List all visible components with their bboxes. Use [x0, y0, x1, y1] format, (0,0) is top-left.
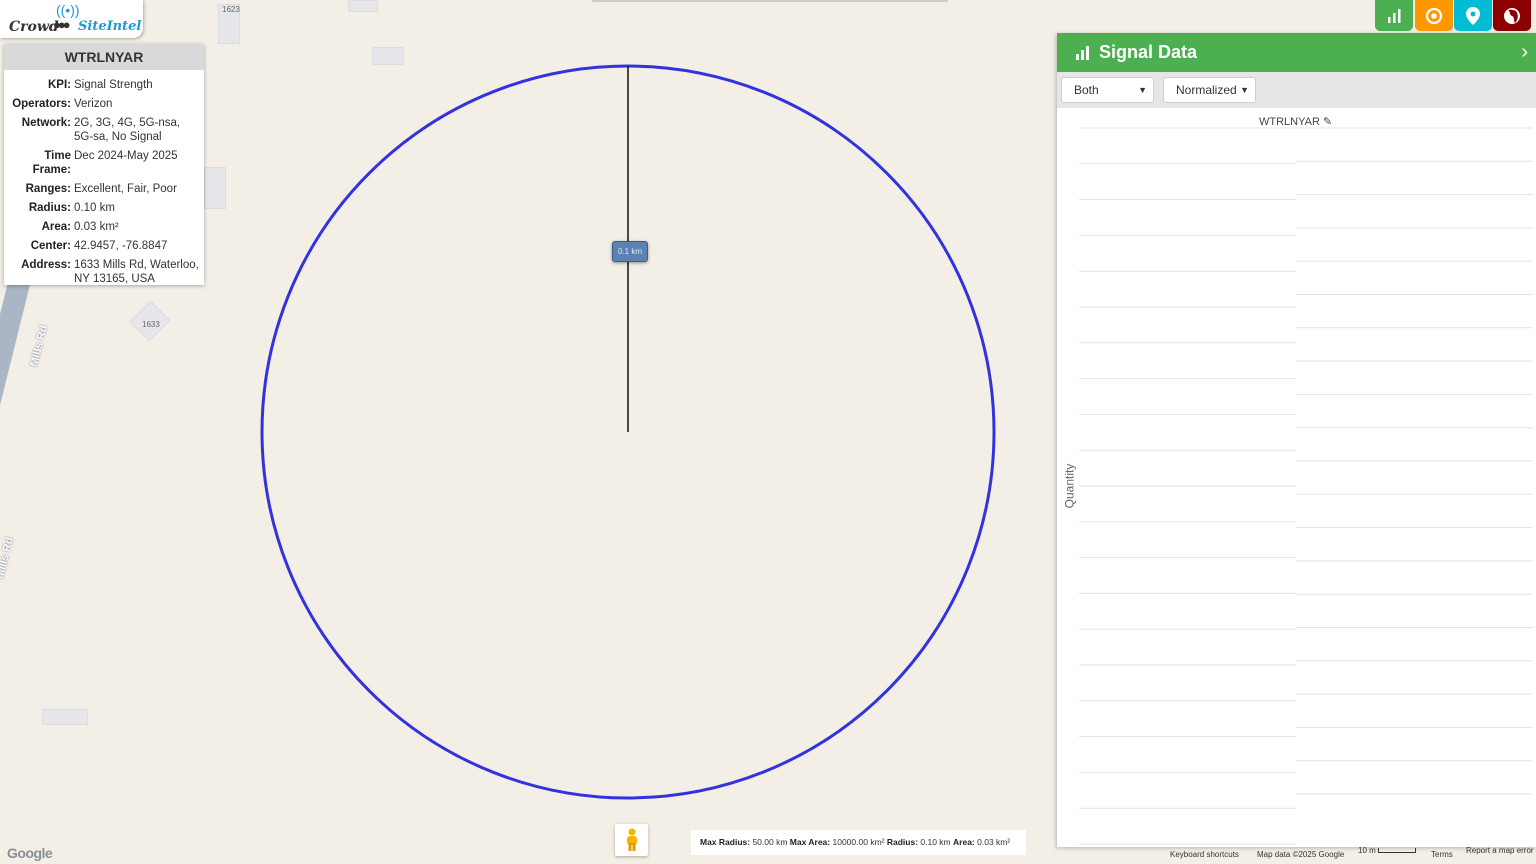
location-button[interactable]: [1454, 0, 1492, 31]
info-value: 42.9457, -76.8847: [74, 240, 168, 252]
map-data-attribution: Map data ©2025 Google: [1257, 850, 1345, 859]
bar-chart-icon: [1388, 8, 1401, 23]
max-radius-value: 50.00 km: [752, 837, 788, 847]
signal-wave-icon: ((•)): [56, 2, 80, 18]
info-value: Excellent, Fair, Poor: [74, 183, 177, 195]
info-key: Ranges:: [25, 183, 71, 195]
google-logo[interactable]: Google: [7, 845, 53, 861]
info-value: Verizon: [74, 98, 113, 110]
info-value: 0.03 km²: [74, 221, 119, 233]
info-row: Ranges: Excellent, Fair, Poor: [4, 182, 199, 201]
target-button[interactable]: [1415, 0, 1453, 31]
chart-title-text: WTRLNYAR: [1259, 116, 1320, 128]
info-value: Signal Strength: [74, 79, 153, 91]
info-key: Time Frame:: [32, 150, 71, 176]
globe-button[interactable]: [1493, 0, 1531, 31]
signal-data-panel: Signal Data › Both ▼ Normalized ▼ WTRLNY…: [1057, 33, 1536, 847]
target-icon: [1425, 7, 1443, 24]
info-key: Operators:: [12, 98, 71, 110]
area-label: Area:: [953, 837, 975, 847]
street-view-pegman[interactable]: [615, 824, 648, 856]
map-footer: Keyboard shortcuts Map data ©2025 Google…: [1160, 846, 1536, 864]
max-radius-label: Max Radius:: [700, 837, 751, 847]
info-value: 1633 Mills Rd, Waterloo, NY 13165, USA: [74, 259, 199, 285]
crowdsiteintel-logo: ((•)) Crowd ●●● SiteIntel: [0, 0, 143, 38]
info-key: Address:: [21, 259, 71, 271]
max-area-label: Max Area:: [789, 837, 831, 847]
info-row: Network: 2G, 3G, 4G, 5G-nsa, 5G-sa, No Si…: [4, 116, 199, 149]
max-area-value: 10000.00 km²: [832, 837, 885, 847]
chart-gridlines: [1079, 127, 1533, 845]
pegman-icon: [626, 828, 637, 851]
info-value: 2G, 3G, 4G, 5G-nsa, 5G-sa, No Signal: [74, 117, 181, 143]
info-key: Radius:: [28, 202, 71, 214]
info-value: 0.10 km: [74, 202, 115, 214]
info-row: Center: 42.9457, -76.8847: [4, 239, 199, 258]
info-key: Area:: [41, 221, 71, 233]
radius-value: 0.10 km: [920, 837, 951, 847]
people-icon: ●●●: [53, 17, 70, 32]
info-key: Network:: [21, 117, 71, 129]
logo-text-siteintel: SiteIntel: [78, 19, 142, 34]
site-info-table: KPI: Signal Strength Operators: Verizon Netw…: [4, 78, 199, 291]
chart-button[interactable]: [1375, 0, 1413, 31]
info-row: Area: 0.03 km²: [4, 220, 199, 239]
info-key: Center:: [30, 240, 71, 252]
report-map-error-link[interactable]: Report a map error: [1466, 846, 1534, 855]
radius-tag[interactable]: 0.1 km: [612, 241, 648, 262]
y-axis-label: Quantity: [1062, 463, 1077, 509]
map-pin-icon: [1466, 6, 1480, 25]
scale-bar: [1378, 848, 1416, 853]
info-value: Dec 2024-May 2025: [74, 150, 178, 162]
area-value: 0.03 km²: [977, 837, 1011, 847]
terms-link[interactable]: Terms: [1431, 850, 1453, 859]
info-row: Operators: Verizon: [4, 97, 199, 116]
scale-label[interactable]: 10 m: [1358, 846, 1376, 855]
keyboard-shortcuts-link[interactable]: Keyboard shortcuts: [1170, 850, 1239, 859]
globe-icon: [1504, 7, 1520, 24]
info-row: Time Frame: Dec 2024-May 2025: [4, 149, 199, 182]
top-drawer-handle[interactable]: [592, 0, 948, 2]
logo-text-crowd: Crowd: [9, 19, 59, 35]
chart-title[interactable]: WTRLNYAR ✎: [1259, 115, 1332, 128]
info-row: Radius: 0.10 km: [4, 201, 199, 220]
info-key: KPI:: [48, 79, 71, 91]
site-info-title: WTRLNYAR: [4, 44, 204, 70]
radius-stats-bar: Max Radius: 50.00 km Max Area: 10000.00 …: [691, 830, 1026, 855]
pencil-icon[interactable]: ✎: [1323, 116, 1332, 128]
site-info-panel: WTRLNYAR KPI: Signal Strength Operators: Ve…: [4, 44, 204, 285]
radius-label: Radius:: [886, 837, 919, 847]
info-row: Address: 1633 Mills Rd, Waterloo, NY 1316…: [4, 258, 199, 291]
info-row: KPI: Signal Strength: [4, 78, 199, 97]
